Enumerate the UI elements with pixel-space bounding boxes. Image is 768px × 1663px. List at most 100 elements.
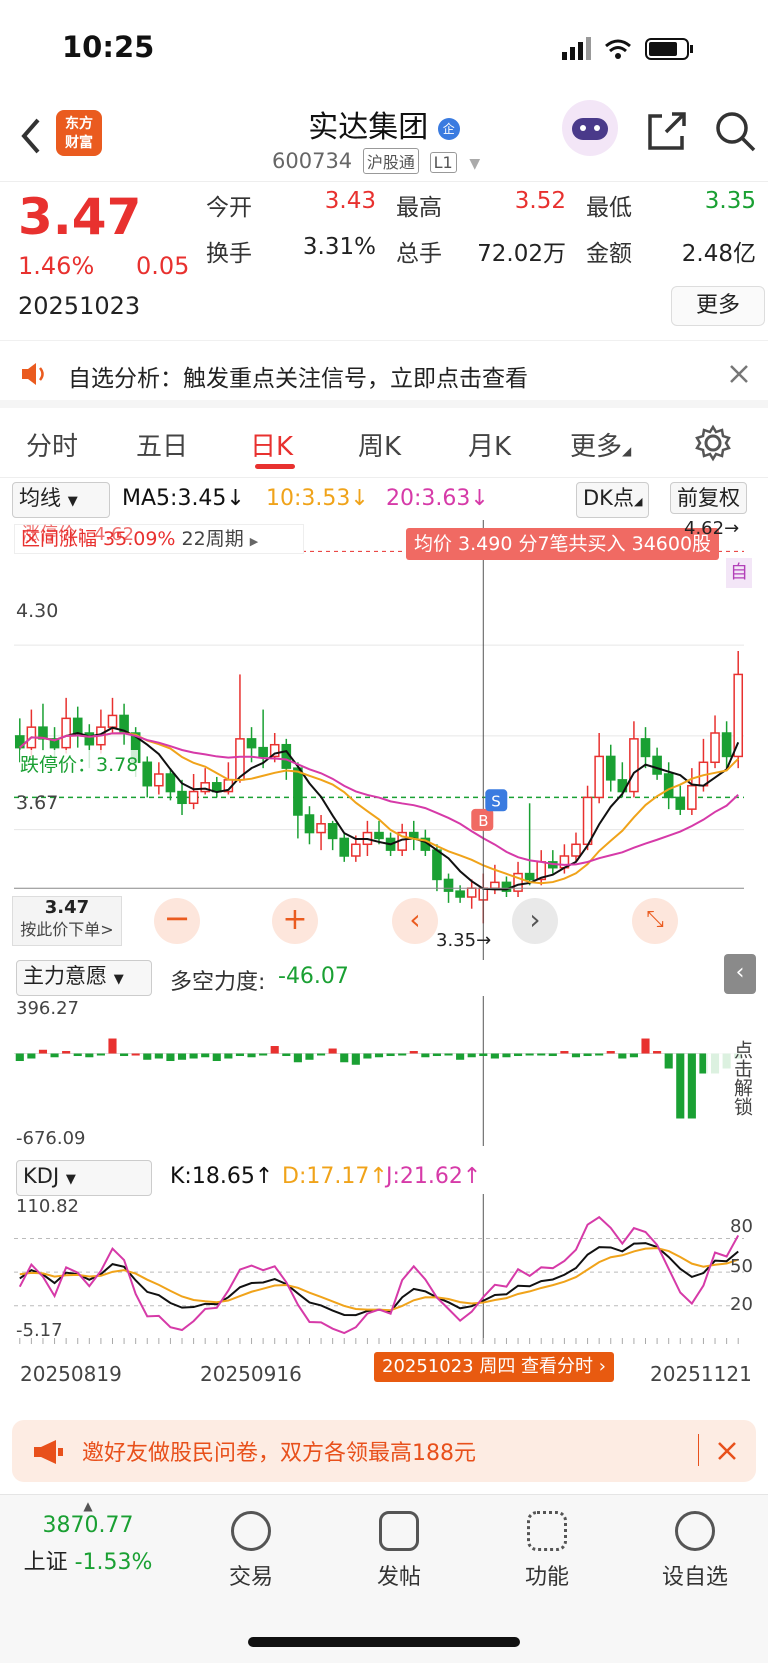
main-force-bar xyxy=(282,1053,291,1057)
tab-monthly-k[interactable]: 月K xyxy=(468,426,511,463)
close-icon[interactable] xyxy=(716,1440,738,1462)
limit-up-label: 涨停价：4.62 xyxy=(22,524,135,545)
ma-selector[interactable]: 均线 ▼ xyxy=(12,482,110,518)
candlestick-chart[interactable]: BS xyxy=(0,520,768,960)
main-force-bar xyxy=(154,1053,163,1059)
candle-body xyxy=(466,887,477,898)
main-force-bar xyxy=(50,1053,59,1058)
unlock-button[interactable]: 点击解锁 xyxy=(706,1018,754,1138)
notice-banner[interactable]: 自选分析：触发重点关注信号，立即点击查看 xyxy=(0,340,768,408)
main-force-bar xyxy=(131,1053,140,1056)
sell-marker-label: S xyxy=(491,792,501,810)
main-force-bar xyxy=(15,1053,24,1062)
main-force-bar xyxy=(189,1053,198,1059)
kline-chart-area: 均线 ▼ MA5:3.45↓ 10:3.53↓ 20:3.63↓ DK点◢ 前复… xyxy=(0,478,768,1408)
turnover-value: 3.31% xyxy=(302,234,376,260)
main-indicator-value-label: 多空力度: xyxy=(170,970,266,995)
status-icons xyxy=(562,37,693,60)
index-ticker[interactable]: ▲ 3870.77 上证 -1.53% xyxy=(18,1499,158,1576)
share-icon[interactable] xyxy=(646,110,688,152)
nav-functions[interactable]: 功能 xyxy=(492,1511,602,1591)
candle-body xyxy=(107,714,118,728)
main-force-bar xyxy=(479,1053,488,1057)
scroll-left-button[interactable]: ‹ xyxy=(392,898,438,944)
ma5-value: MA5:3.45↓ xyxy=(122,486,245,511)
index-name: 上证 xyxy=(23,1550,68,1575)
main-force-bar xyxy=(247,1053,256,1058)
tab-five-day[interactable]: 五日 xyxy=(136,426,188,463)
robot-assistant-icon[interactable] xyxy=(562,100,618,156)
cursor-price-box[interactable]: 3.47 按此价下单> xyxy=(12,896,122,946)
candle-body xyxy=(61,717,71,749)
low-value: 3.35 xyxy=(704,188,756,214)
main-indicator-value: -46.07 xyxy=(278,964,349,989)
adjust-price-button[interactable]: 前复权 xyxy=(670,482,747,514)
active-tab-indicator xyxy=(255,464,295,469)
candle-body xyxy=(640,738,651,758)
x-axis-label: 20251121 xyxy=(650,1362,752,1386)
close-icon[interactable] xyxy=(728,363,750,385)
main-force-bar xyxy=(328,1048,337,1054)
candle-body xyxy=(304,814,315,834)
nav-post[interactable]: 发帖 xyxy=(344,1511,454,1591)
j-line xyxy=(18,1215,740,1335)
main-force-bar xyxy=(96,1053,105,1056)
candle-body xyxy=(710,732,720,764)
speaker-icon xyxy=(22,363,44,385)
nav-trade[interactable]: 交易 xyxy=(196,1511,306,1591)
fullscreen-icon[interactable]: ⤡ xyxy=(632,898,678,944)
self-tag: 自 xyxy=(726,558,752,588)
collapse-arrow-button[interactable]: ‹ xyxy=(724,954,756,994)
interval-period: 22周期 xyxy=(181,528,244,550)
main-force-bar xyxy=(317,1053,326,1056)
scroll-right-button[interactable]: › xyxy=(512,898,558,944)
amount-value: 2.48亿 xyxy=(681,241,756,267)
kdj-max-label: 110.82 xyxy=(16,1196,79,1217)
candle-body xyxy=(490,881,500,889)
main-force-bar xyxy=(537,1053,546,1056)
main-force-bar xyxy=(293,1053,302,1063)
candle-body xyxy=(652,755,662,775)
dk-point-button[interactable]: DK点◢ xyxy=(576,482,650,518)
j-value: J:21.62↑ xyxy=(386,1164,482,1189)
candle-body xyxy=(675,796,686,810)
tab-intraday[interactable]: 分时 xyxy=(26,426,78,463)
clock: 10:25 xyxy=(62,30,155,64)
main-force-bar xyxy=(653,1051,662,1054)
kdj-level-20: 20 xyxy=(730,1294,753,1315)
main-force-bar xyxy=(62,1051,71,1054)
settings-gear-icon[interactable] xyxy=(694,424,732,462)
k-line xyxy=(19,1242,739,1317)
zoom-in-button[interactable]: + xyxy=(272,898,318,944)
candle-body xyxy=(72,717,83,734)
y-axis-high: 4.30 xyxy=(16,600,59,622)
main-force-bar xyxy=(143,1053,152,1060)
tab-weekly-k[interactable]: 周K xyxy=(358,426,401,463)
candle-body xyxy=(142,761,153,787)
tab-daily-k[interactable]: 日K xyxy=(250,426,293,463)
exchange-tag: 沪股通 xyxy=(362,148,419,174)
kdj-selector[interactable]: KDJ ▼ xyxy=(16,1160,152,1196)
main-force-bar xyxy=(548,1053,557,1057)
search-icon[interactable] xyxy=(714,110,758,154)
zoom-out-button[interactable]: − xyxy=(154,898,200,944)
main-indicator-selector[interactable]: 主力意愿 ▼ xyxy=(16,960,152,996)
promo-text: 邀好友做股民问卷，双方各领最高188元 xyxy=(82,1441,476,1466)
main-min-label: -676.09 xyxy=(16,1128,86,1149)
main-force-bar xyxy=(513,1053,523,1057)
main-force-bar xyxy=(606,1051,615,1054)
status-bar: 10:25 xyxy=(0,0,768,96)
stock-name: 实达集团 xyxy=(308,110,429,145)
promo-banner[interactable]: 邀好友做股民问卷，双方各领最高188元 xyxy=(12,1420,756,1482)
trade-tip: 均价 3.490 分7笔共买入 34600股 xyxy=(406,528,720,560)
stock-sub-info[interactable]: 600734 沪股通 L1 ▼ xyxy=(272,148,480,174)
candle-body xyxy=(663,773,674,799)
main-force-bar xyxy=(351,1053,360,1065)
candle-body xyxy=(154,773,164,787)
more-button[interactable]: 更多 xyxy=(671,286,765,326)
volume-value: 72.02万 xyxy=(477,241,566,267)
tab-more[interactable]: 更多◢ xyxy=(570,426,631,463)
grid-icon xyxy=(527,1511,567,1551)
nav-add-watchlist[interactable]: 设自选 xyxy=(640,1511,750,1591)
cursor-date-tip[interactable]: 20251023 周四 查看分时 › xyxy=(374,1352,614,1382)
